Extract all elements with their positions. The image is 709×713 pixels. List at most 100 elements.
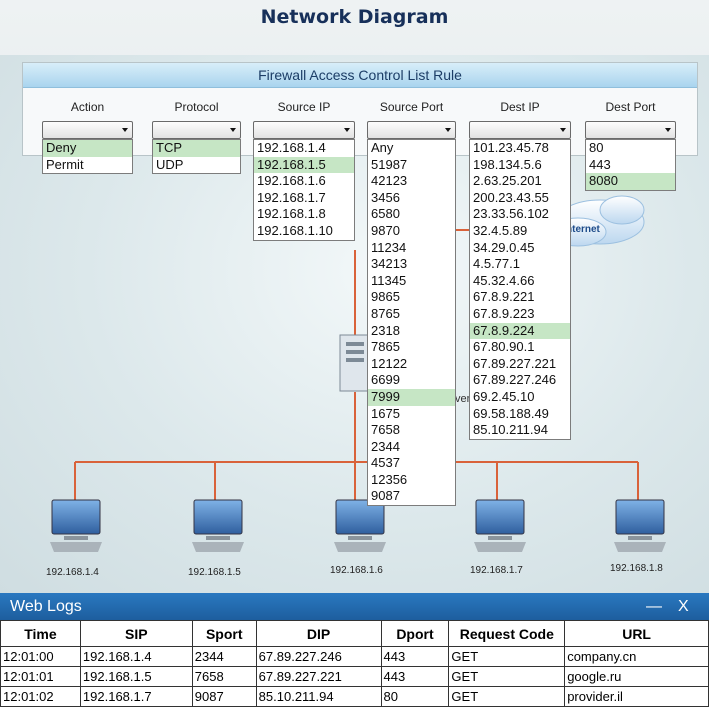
action-options-list: Deny Permit [42,139,133,175]
dropdown-option[interactable]: 9087 [368,488,455,505]
source-port-label: Source Port [379,100,444,114]
dropdown-option[interactable]: Any [368,140,455,157]
chevron-down-icon [445,128,451,132]
column-header: DIP [255,620,382,647]
chevron-down-icon [665,128,671,132]
dropdown-option[interactable]: 4.5.77.1 [470,256,570,273]
column-header: Dport [380,620,450,647]
dropdown-option[interactable]: 2.63.25.201 [470,173,570,190]
column-header: SIP [79,620,193,647]
column-header: Time [0,620,81,647]
dropdown-option[interactable]: 443 [586,157,675,174]
log-dip: 67.89.227.221 [255,666,382,687]
log-sip: 192.168.1.5 [79,666,193,687]
log-dport: 443 [380,666,450,687]
dropdown-option[interactable]: 1675 [368,406,455,423]
log-request-code: GET [448,646,566,667]
dropdown-option[interactable]: 7865 [368,339,455,356]
dropdown-option[interactable]: 192.168.1.7 [254,190,354,207]
dest-port-select[interactable] [585,121,676,139]
log-url: provider.il [564,686,709,707]
dropdown-option[interactable]: 3456 [368,190,455,207]
protocol-select[interactable] [152,121,241,139]
dropdown-option[interactable]: 192.168.1.5 [254,156,354,174]
dropdown-option[interactable]: 12122 [368,356,455,373]
dropdown-option[interactable]: 12356 [368,472,455,489]
minimize-icon[interactable]: — [646,593,662,620]
dropdown-option[interactable]: 51987 [368,157,455,174]
table-row: 12:01:02 192.168.1.7 9087 85.10.211.94 8… [0,686,709,707]
dropdown-option[interactable]: 6580 [368,206,455,223]
dropdown-option[interactable]: 69.2.45.10 [470,389,570,406]
table-row: 12:01:01 192.168.1.5 7658 67.89.227.221 … [0,666,709,687]
dropdown-option[interactable]: 9865 [368,289,455,306]
dropdown-option[interactable]: 67.80.90.1 [470,339,570,356]
log-sport: 9087 [191,686,257,707]
dropdown-option[interactable]: 2344 [368,439,455,456]
table-row: 12:01:00 192.168.1.4 2344 67.89.227.246 … [0,646,709,667]
dropdown-option[interactable]: 8765 [368,306,455,323]
log-dip: 85.10.211.94 [255,686,382,707]
source-ip-select[interactable] [253,121,355,139]
dropdown-option[interactable]: 101.23.45.78 [470,140,570,157]
dropdown-option[interactable]: 67.8.9.223 [470,306,570,323]
web-logs-title: Web Logs [10,598,82,615]
dropdown-option[interactable]: 200.23.43.55 [470,190,570,207]
dropdown-option[interactable]: 69.58.188.49 [470,406,570,423]
pc-icon [614,499,666,552]
dropdown-option[interactable]: 85.10.211.94 [470,422,570,439]
firewall-panel-header: Firewall Access Control List Rule [23,63,697,88]
dropdown-option[interactable]: 34213 [368,256,455,273]
dropdown-option[interactable]: 7999 [368,388,455,406]
dropdown-option[interactable]: 7658 [368,422,455,439]
dropdown-option[interactable]: 45.32.4.66 [470,273,570,290]
action-select[interactable] [42,121,133,139]
dropdown-option[interactable]: Deny [43,140,132,157]
dropdown-option[interactable]: 2318 [368,323,455,340]
log-sip: 192.168.1.7 [79,686,193,707]
dropdown-option[interactable]: TCP [153,140,240,157]
dropdown-option[interactable]: 192.168.1.6 [254,173,354,190]
dropdown-option[interactable]: 192.168.1.8 [254,206,354,223]
web-logs-window: Web Logs — X Time SIP Sport DIP Dport Re… [0,593,709,713]
log-time: 12:01:00 [0,646,81,667]
pc-label: 192.168.1.7 [470,565,523,576]
dropdown-option[interactable]: 6699 [368,372,455,389]
log-sport: 2344 [191,646,257,667]
dropdown-option[interactable]: 8080 [586,173,675,190]
source-port-select[interactable] [367,121,456,139]
page-title: Network Diagram [260,6,449,28]
dropdown-option[interactable]: 198.134.5.6 [470,157,570,174]
dropdown-option[interactable]: 23.33.56.102 [470,206,570,223]
dropdown-option[interactable]: 11234 [368,240,455,257]
dropdown-option[interactable]: 67.89.227.221 [470,356,570,373]
dropdown-option[interactable]: 34.29.0.45 [470,240,570,257]
close-icon[interactable]: X [678,593,689,620]
pc-label: 192.168.1.5 [188,567,241,578]
dropdown-option[interactable]: 192.168.1.10 [254,223,354,240]
server-label: ver [455,393,471,405]
dropdown-option[interactable]: 9870 [368,223,455,240]
dropdown-option[interactable]: 192.168.1.4 [254,140,354,157]
dropdown-option[interactable]: Permit [43,157,132,174]
dropdown-option[interactable]: 80 [586,140,675,157]
log-dport: 443 [380,646,450,667]
source-ip-label: Source IP [277,100,331,114]
dropdown-option[interactable]: UDP [153,157,240,174]
dropdown-option[interactable]: 32.4.5.89 [470,223,570,240]
dropdown-option[interactable]: 67.89.227.246 [470,372,570,389]
log-request-code: GET [448,666,566,687]
dest-ip-options-list: 101.23.45.78 198.134.5.6 2.63.25.201 200.23… [469,139,571,440]
dropdown-option[interactable]: 67.8.9.224 [470,322,570,340]
log-sip: 192.168.1.4 [79,646,193,667]
dropdown-option[interactable]: 11345 [368,273,455,290]
log-request-code: GET [448,686,566,707]
dropdown-option[interactable]: 67.8.9.221 [470,289,570,306]
chevron-down-icon [344,128,350,132]
dest-ip-select[interactable] [469,121,571,139]
dropdown-option[interactable]: 42123 [368,173,455,190]
chevron-down-icon [560,128,566,132]
column-header: URL [564,620,709,647]
pc-icon [50,499,102,552]
dropdown-option[interactable]: 4537 [368,455,455,472]
